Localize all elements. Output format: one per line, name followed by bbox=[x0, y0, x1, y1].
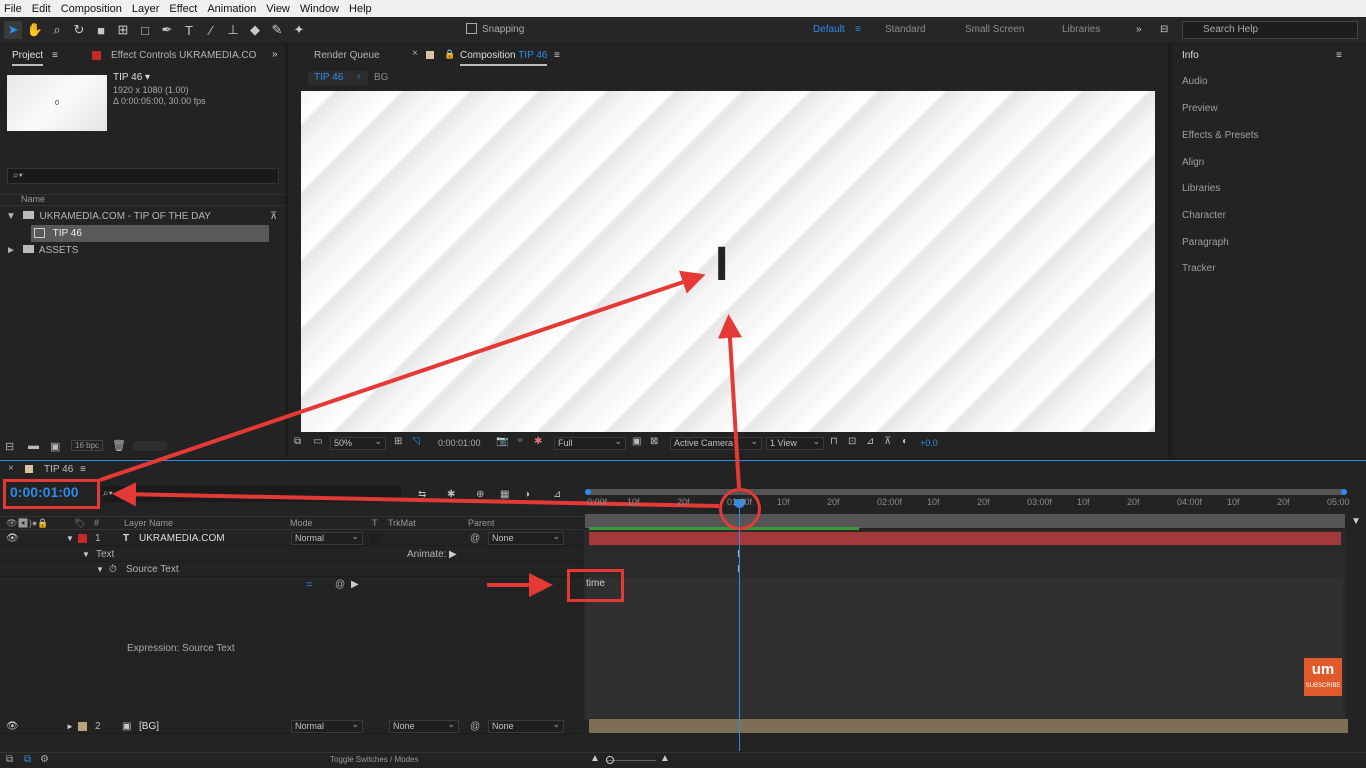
ruler-tick-label: 01:00f bbox=[727, 497, 753, 507]
ruler-tick-label: 20f bbox=[677, 497, 690, 507]
ruler-tick-label: 20f bbox=[1277, 497, 1290, 507]
ruler-tick-label: 10f bbox=[777, 497, 790, 507]
ruler-tick-label: 03:00f bbox=[1027, 497, 1053, 507]
arrow-to-canvas bbox=[99, 270, 706, 482]
ruler-tick-label: 02:00f bbox=[877, 497, 903, 507]
annotation-arrows bbox=[99, 270, 742, 597]
arrow-playhead-to-canvas bbox=[717, 314, 742, 489]
ruler-tick-label: 20f bbox=[1127, 497, 1140, 507]
ruler-tick-label: 10f bbox=[627, 497, 640, 507]
ruler-tick-label: 04:00f bbox=[1177, 497, 1203, 507]
ruler-tick-label: 20f bbox=[827, 497, 840, 507]
ruler-tick-label: 05:00 bbox=[1327, 497, 1350, 507]
ruler-tick-label: 10f bbox=[1227, 497, 1240, 507]
ruler-tick-label: 10f bbox=[927, 497, 940, 507]
ruler-tick-label: 0:00f bbox=[587, 497, 608, 507]
ruler-tick-label: 20f bbox=[977, 497, 990, 507]
ruler-tick-label: 10f bbox=[1077, 497, 1090, 507]
